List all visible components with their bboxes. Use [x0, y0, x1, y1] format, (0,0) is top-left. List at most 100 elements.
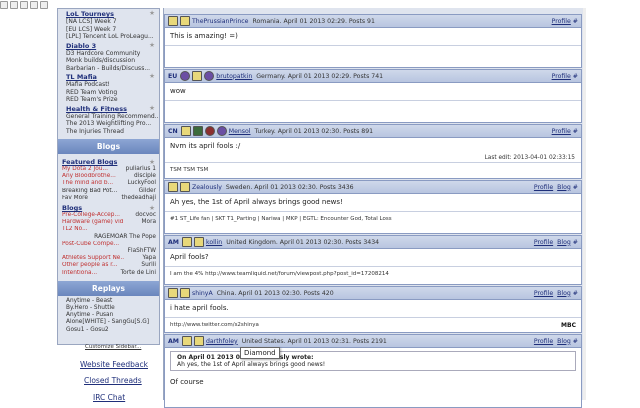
replays-header[interactable]: Replays [58, 280, 159, 296]
blog-link[interactable]: Blog [557, 184, 571, 191]
post-number-icon[interactable]: # [571, 128, 578, 135]
blog-author[interactable]: Mora [142, 219, 156, 226]
sidebar-item[interactable]: RED Team Voting [58, 89, 159, 97]
blog-author[interactable]: RAGEMOAR The Pope [94, 234, 156, 241]
sidebar-item[interactable]: Barbarian - Builds/Discuss... [58, 65, 159, 73]
post-number-icon[interactable]: # [571, 184, 578, 191]
sidebar-section-health[interactable]: Health & Fitness ★ [58, 104, 159, 113]
sidebar-item[interactable]: Monk builds/discussion [58, 57, 159, 65]
sidebar-item[interactable]: [NA LCS] Week 7 [58, 18, 159, 26]
tab-icon-4[interactable] [30, 1, 38, 9]
sidebar-section-mafia[interactable]: TL Mafia ★ [58, 72, 159, 81]
blogs-title[interactable]: Blogs ★ [58, 202, 159, 212]
profile-link[interactable]: Profile [534, 239, 553, 246]
profile-link[interactable]: Profile [534, 338, 553, 345]
blog-author[interactable]: Yapa [142, 255, 156, 262]
star-icon[interactable]: ★ [149, 204, 155, 212]
profile-link[interactable]: Profile [552, 18, 571, 25]
irc-chat-link[interactable]: IRC Chat [93, 393, 125, 402]
blog-title[interactable]: My Dota 2 Jou... [62, 166, 108, 173]
profile-link[interactable]: Profile [552, 128, 571, 135]
star-icon[interactable]: ★ [149, 72, 155, 80]
sidebar-item[interactable]: The Injuries Thread [58, 128, 159, 136]
replay-item[interactable]: Anytime - Beast [58, 298, 159, 305]
sidebar-item[interactable]: RED Team's Prize [58, 96, 159, 104]
blog-row[interactable]: Hardware (game) vid... Mora [58, 219, 159, 226]
tab-icon-5[interactable] [40, 1, 48, 9]
replay-item[interactable]: Anytime - Pusan [58, 312, 159, 319]
closed-threads-link[interactable]: Closed Threads [84, 376, 142, 385]
replay-item[interactable]: By.Hero - Shuttle [58, 305, 159, 312]
blog-author[interactable]: FlaShFTW [128, 248, 156, 255]
blog-row[interactable]: Pre-College-Accep... docvoc [58, 212, 159, 219]
post-number-icon[interactable]: # [571, 73, 578, 80]
blog-title[interactable]: Post-Cube Compe... [62, 241, 119, 248]
blog-row[interactable]: Breaking Bad Pot... Gilder [58, 188, 159, 195]
blog-author[interactable]: thedeadhaji [122, 195, 156, 202]
sidebar-section-tourneys[interactable]: LoL Tourneys ★ [58, 9, 159, 18]
blog-title[interactable]: Any Bloodbrothe... [62, 173, 116, 180]
star-icon[interactable]: ★ [149, 9, 155, 17]
post-number-icon[interactable]: # [571, 239, 578, 246]
blog-link[interactable]: Blog [557, 239, 571, 246]
customize-sidebar-link[interactable]: Customize Sidebar... [85, 344, 141, 350]
star-icon[interactable]: ★ [149, 41, 155, 49]
username-link[interactable]: brutopatkin [216, 73, 252, 80]
blog-title[interactable]: TL2 No... [62, 226, 88, 233]
username-link[interactable]: ThePrussianPrince [192, 18, 249, 25]
blog-title[interactable]: Intentiona... [62, 270, 97, 277]
blog-author[interactable]: Surili [141, 262, 156, 269]
username-link[interactable]: darthfoley [206, 338, 238, 345]
blog-row[interactable]: The mind and b... LuckyFool [58, 180, 159, 187]
replay-item[interactable]: Gosu1 - Gosu2 [58, 327, 159, 334]
blog-author[interactable]: LuckyFool [128, 180, 156, 187]
tab-icon-3[interactable] [20, 1, 28, 9]
blog-author[interactable]: Torte de Lini [121, 270, 156, 277]
blog-row[interactable]: Fav More thedeadhaji [58, 195, 159, 202]
blog-author[interactable]: puliarius 1 [126, 166, 156, 173]
sidebar-item[interactable]: [EU LCS] Week 7 [58, 26, 159, 34]
sidebar-section-diablo[interactable]: Diablo 3 ★ [58, 41, 159, 50]
tab-icon-1[interactable] [0, 1, 8, 9]
star-icon[interactable]: ★ [149, 104, 155, 112]
blog-title[interactable]: Hardware (game) vid... [62, 219, 124, 226]
website-feedback-link[interactable]: Website Feedback [80, 360, 148, 369]
blog-title[interactable]: Athletes Support Ne... [62, 255, 124, 262]
profile-link[interactable]: Profile [534, 184, 553, 191]
post-number-icon[interactable]: # [571, 290, 578, 297]
username-link[interactable]: shinyA [192, 290, 213, 297]
username-link[interactable]: kollin [206, 239, 222, 246]
sidebar-item[interactable]: Mafia Podcast! [58, 81, 159, 89]
tab-icon-2[interactable] [10, 1, 18, 9]
blog-row[interactable]: Intentiona... Torte de Lini [58, 270, 159, 277]
featured-blogs-title[interactable]: Featured Blogs ★ [58, 156, 159, 166]
profile-link[interactable]: Profile [552, 73, 571, 80]
blog-row[interactable]: Any Bloodbrothe... disciple [58, 173, 159, 180]
sidebar-item[interactable]: D3 Hardcore Community [58, 50, 159, 58]
blog-title[interactable]: Breaking Bad Pot... [62, 188, 117, 195]
blog-title[interactable]: Other people as r... [62, 262, 118, 269]
blog-author[interactable]: Gilder [139, 188, 156, 195]
post-number-icon[interactable]: # [571, 18, 578, 25]
profile-link[interactable]: Profile [534, 290, 553, 297]
blog-link[interactable]: Blog [557, 338, 571, 345]
star-icon[interactable]: ★ [149, 158, 155, 166]
sidebar-item[interactable]: [LPL] Tencent LoL ProLeagu... [58, 33, 159, 41]
username-link[interactable]: Mensol [229, 128, 251, 135]
blog-link[interactable]: Blog [557, 290, 571, 297]
replay-item[interactable]: Alone[WHITE] - SangGu[S.G] [58, 319, 159, 326]
blog-row[interactable]: Other people as r... Surili [58, 262, 159, 269]
blog-author[interactable]: disciple [134, 173, 156, 180]
blog-row[interactable]: FlaShFTW [58, 248, 159, 255]
post-number-icon[interactable]: # [571, 338, 578, 345]
blogs-header[interactable]: Blogs [58, 139, 159, 154]
blog-row[interactable]: My Dota 2 Jou... puliarius 1 [58, 166, 159, 173]
blog-row[interactable]: Post-Cube Compe... [58, 241, 159, 248]
sidebar-item[interactable]: General Training Recommend... [58, 113, 159, 121]
username-link[interactable]: Zealously [192, 184, 222, 191]
blog-title[interactable]: The mind and b... [62, 180, 113, 187]
blog-title[interactable]: Fav More [62, 195, 88, 202]
scrollbar[interactable] [583, 8, 586, 400]
blog-row[interactable]: RAGEMOAR The Pope [58, 234, 159, 241]
blog-author[interactable]: docvoc [135, 212, 156, 219]
